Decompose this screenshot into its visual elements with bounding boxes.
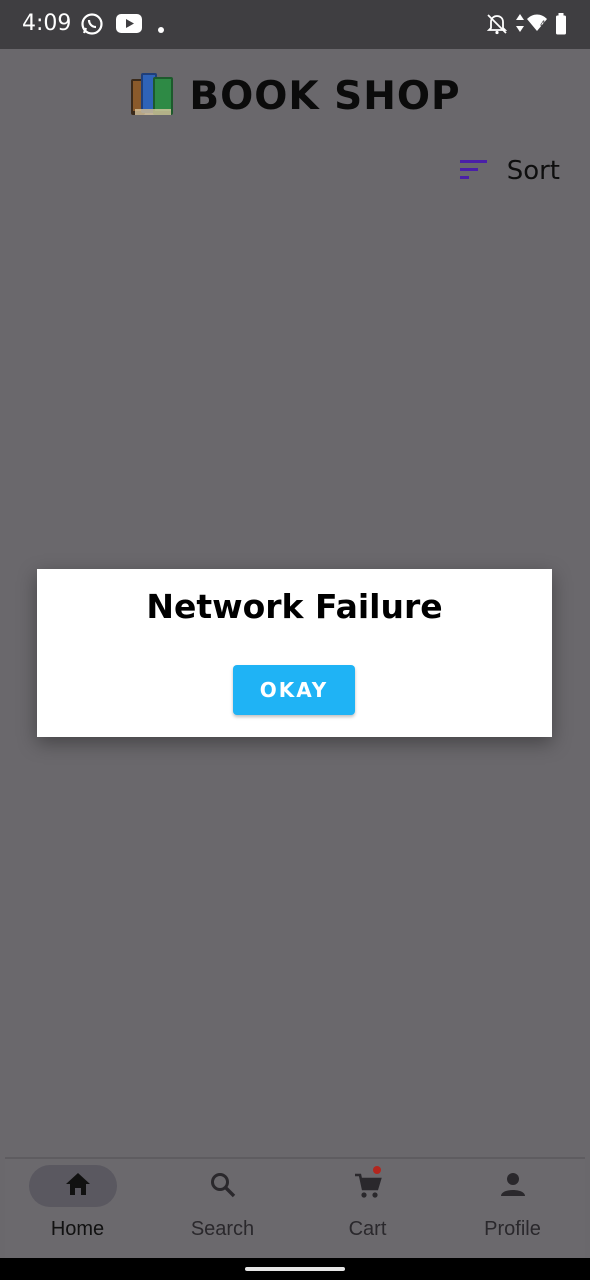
cart-badge-dot <box>373 1166 381 1174</box>
system-navigation-bar <box>0 1258 590 1280</box>
sort-button[interactable]: Sort <box>459 156 560 186</box>
app-title: BOOK SHOP <box>189 74 461 119</box>
dot-icon <box>158 20 164 38</box>
bottom-navigation: Home Search Cart Profile <box>5 1157 585 1260</box>
data-arrows-icon <box>515 13 525 38</box>
nav-item-search[interactable]: Search <box>150 1159 295 1260</box>
sort-icon <box>459 158 489 185</box>
nav-label-cart: Cart <box>348 1218 387 1240</box>
nav-label-profile: Profile <box>484 1218 541 1240</box>
whatsapp-icon <box>80 12 104 41</box>
sort-label: Sort <box>506 156 560 186</box>
search-icon <box>209 1171 237 1204</box>
home-icon <box>64 1171 92 1202</box>
person-icon <box>500 1171 526 1202</box>
nav-label-search: Search <box>190 1218 255 1240</box>
network-failure-dialog: Network Failure OKAY <box>37 569 552 737</box>
nav-item-home[interactable]: Home <box>5 1159 150 1260</box>
app-header: BOOK SHOP <box>0 69 590 129</box>
nav-item-cart[interactable]: Cart <box>295 1159 440 1260</box>
youtube-icon <box>116 14 142 38</box>
status-bar: 4:09 4 <box>0 0 590 49</box>
nav-label-home: Home <box>50 1218 105 1240</box>
dialog-title: Network Failure <box>146 587 443 626</box>
home-gesture-handle[interactable] <box>245 1267 345 1271</box>
cart-icon <box>353 1171 383 1206</box>
wifi-badge: 4 <box>540 20 546 30</box>
notifications-off-icon <box>486 13 508 40</box>
books-icon <box>129 69 177 124</box>
nav-item-profile[interactable]: Profile <box>440 1159 585 1260</box>
status-time: 4:09 <box>22 11 72 36</box>
battery-icon <box>555 13 567 40</box>
okay-button[interactable]: OKAY <box>233 665 355 715</box>
